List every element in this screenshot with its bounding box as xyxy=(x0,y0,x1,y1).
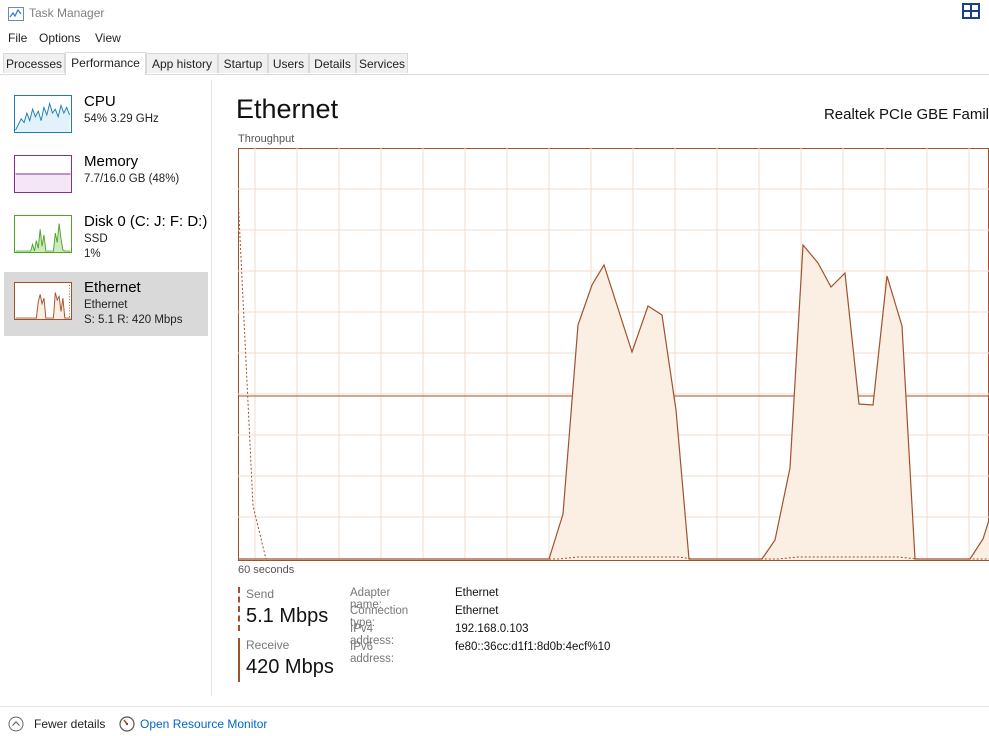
sidebar-item-subtitle: 1% xyxy=(84,248,101,260)
adapter-model: Realtek PCIe GBE Famil xyxy=(823,106,989,123)
info-value: fe80::36cc:d1f1:8d0b:4ecf%10 xyxy=(455,641,611,653)
sidebar-item-subtitle: 54% 3.29 GHz xyxy=(84,113,159,125)
sidebar-item-ethernet[interactable]: Ethernet Ethernet S: 5.1 R: 420 Mbps xyxy=(4,272,208,336)
tab-startup[interactable]: Startup xyxy=(218,53,268,73)
tab-performance[interactable]: Performance xyxy=(65,52,146,75)
sidebar-item-subtitle: Ethernet xyxy=(84,299,128,311)
fewer-details-button[interactable]: Fewer details xyxy=(34,717,105,731)
tab-strip: Processes Performance App history Startu… xyxy=(0,52,989,75)
memory-mini-graph xyxy=(14,155,72,193)
disk-mini-graph xyxy=(14,215,72,253)
info-value: Ethernet xyxy=(455,587,499,599)
page-title: Ethernet xyxy=(236,94,339,124)
receive-stat: Receive 420 Mbps xyxy=(238,636,348,686)
tab-processes[interactable]: Processes xyxy=(3,53,65,73)
tab-app-history[interactable]: App history xyxy=(146,53,218,73)
throughput-label: Throughput xyxy=(238,133,295,145)
tab-services[interactable]: Services xyxy=(356,53,408,73)
footer: Fewer details Open Resource Monitor xyxy=(0,706,989,736)
send-legend-line xyxy=(238,587,240,631)
sidebar-item-subtitle: S: 5.1 R: 420 Mbps xyxy=(84,314,183,326)
receive-value: 420 Mbps xyxy=(246,656,334,678)
sidebar-item-memory[interactable]: Memory 7.7/16.0 GB (48%) xyxy=(4,149,208,213)
send-stat: Send 5.1 Mbps xyxy=(238,585,348,635)
sidebar-item-subtitle: SSD xyxy=(84,233,108,245)
receive-legend-line xyxy=(238,638,240,682)
task-manager-icon xyxy=(8,7,24,21)
tab-users[interactable]: Users xyxy=(268,53,309,73)
sidebar-item-title: CPU xyxy=(84,93,116,110)
send-value: 5.1 Mbps xyxy=(246,605,329,627)
resource-sidebar: CPU 54% 3.29 GHz Memory 7.7/16.0 GB (48%… xyxy=(0,80,212,696)
windows-logo-icon xyxy=(962,3,980,19)
sidebar-item-disk[interactable]: Disk 0 (C: J: F: D:) SSD 1% xyxy=(4,209,208,273)
resource-monitor-icon xyxy=(119,716,135,732)
tab-details[interactable]: Details xyxy=(309,53,356,73)
sidebar-item-subtitle: 7.7/16.0 GB (48%) xyxy=(84,173,180,185)
info-key: IPv6 address: xyxy=(350,641,395,665)
info-value: Ethernet xyxy=(455,605,499,617)
menu-file[interactable]: File xyxy=(8,31,27,45)
sidebar-item-title: Disk 0 (C: J: F: D:) xyxy=(84,213,208,230)
window-title: Task Manager xyxy=(29,6,105,20)
sidebar-item-title: Ethernet xyxy=(84,279,141,296)
sidebar-item-cpu[interactable]: CPU 54% 3.29 GHz xyxy=(4,89,208,153)
info-value: 192.168.0.103 xyxy=(455,623,529,635)
ethernet-mini-graph xyxy=(14,282,72,320)
cpu-mini-graph xyxy=(14,95,72,133)
throughput-graph xyxy=(238,148,989,561)
time-span-label: 60 seconds xyxy=(238,564,295,576)
sidebar-item-title: Memory xyxy=(84,153,139,170)
menu-view[interactable]: View xyxy=(95,31,121,45)
receive-label: Receive xyxy=(246,638,290,652)
open-resource-monitor-link[interactable]: Open Resource Monitor xyxy=(140,717,267,731)
menu-options[interactable]: Options xyxy=(39,31,80,45)
title-bar: Task Manager xyxy=(0,0,989,28)
chevron-up-circle-icon[interactable] xyxy=(8,716,24,732)
send-label: Send xyxy=(246,587,275,601)
